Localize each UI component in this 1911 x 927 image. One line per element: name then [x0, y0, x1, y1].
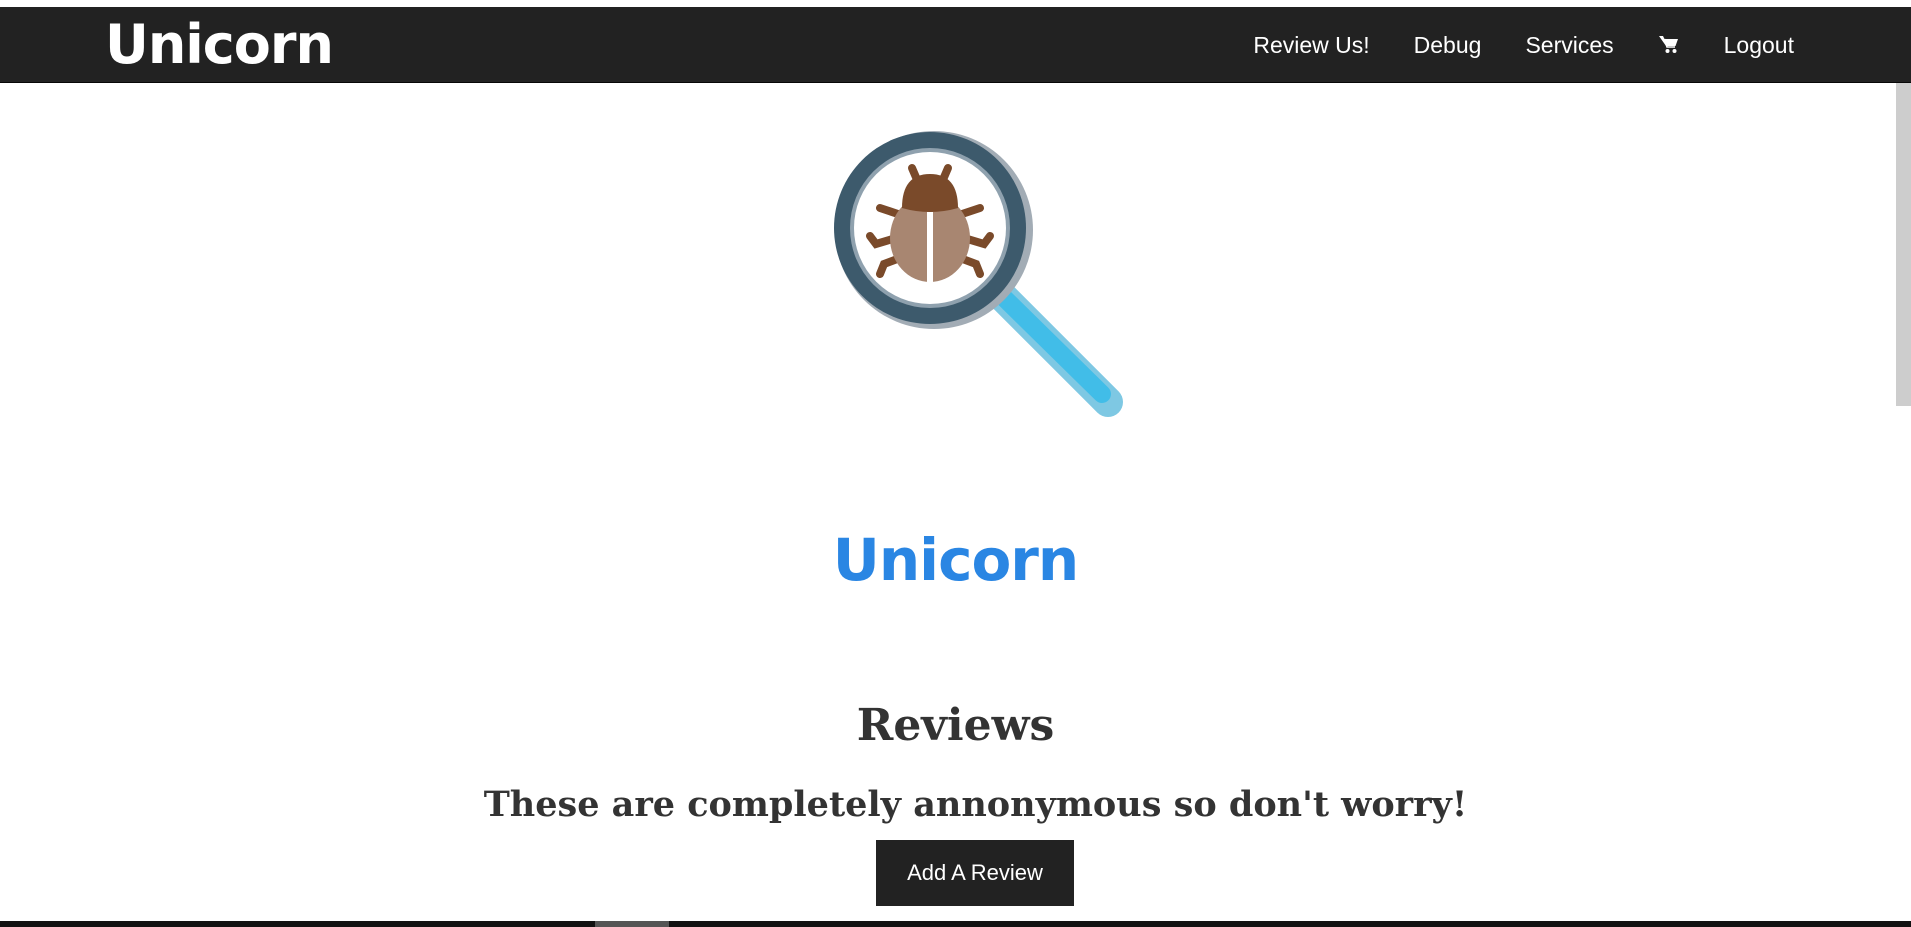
shopping-cart-icon — [1658, 36, 1678, 53]
site-title: Unicorn — [832, 526, 1079, 594]
nav-link-services[interactable]: Services — [1503, 7, 1635, 83]
horizontal-scrollbar-track[interactable] — [0, 921, 1911, 927]
magnifier-bug-icon — [834, 131, 1123, 417]
nav-link-review-us[interactable]: Review Us! — [1231, 7, 1391, 83]
reviews-heading: Reviews — [856, 700, 1055, 751]
page: Unicorn Review Us! Debug Services Logout — [0, 0, 1911, 927]
vertical-scrollbar-thumb[interactable] — [1896, 83, 1911, 406]
navbar-brand[interactable]: Unicorn — [105, 13, 334, 77]
cart-link[interactable] — [1636, 7, 1702, 83]
horizontal-scrollbar-thumb[interactable] — [595, 921, 669, 927]
nav-link-debug[interactable]: Debug — [1392, 7, 1504, 83]
nav-links: Review Us! Debug Services Logout — [1231, 7, 1816, 83]
navbar: Unicorn Review Us! Debug Services Logout — [0, 7, 1911, 83]
add-review-button[interactable]: Add A Review — [876, 840, 1074, 906]
top-strip — [0, 0, 1911, 7]
reviews-subheading: These are completely annonymous so don't… — [483, 784, 1468, 825]
nav-link-logout[interactable]: Logout — [1702, 7, 1816, 83]
